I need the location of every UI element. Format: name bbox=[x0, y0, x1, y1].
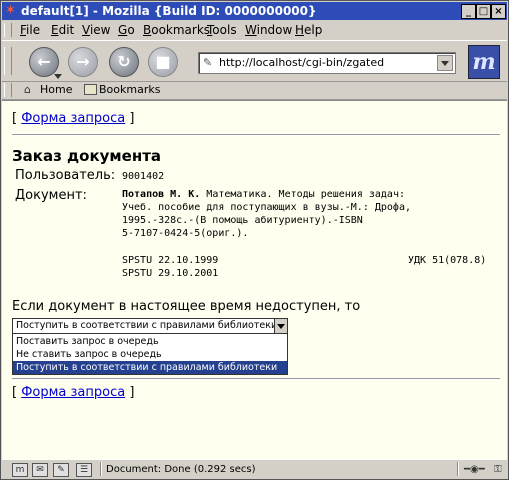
request-form-link-top[interactable]: Форма запроса bbox=[21, 111, 125, 126]
unavailable-text: Если документ в настоящее время недоступ… bbox=[12, 299, 361, 314]
addressbook-icon[interactable]: ☰ bbox=[76, 463, 92, 477]
document-line-2: Учеб. пособие для поступающих в вузы.-М.… bbox=[122, 202, 411, 213]
mozilla-logo[interactable]: m bbox=[468, 45, 500, 79]
url-text[interactable]: http://localhost/cgi-bin/zgated bbox=[219, 56, 384, 70]
home-button[interactable]: Home bbox=[40, 83, 72, 97]
divider-top bbox=[12, 134, 500, 136]
document-line-4: 5-7107-0424-5(ориг.). bbox=[122, 228, 249, 239]
menu-bookmarks[interactable]: Bookmarks bbox=[143, 23, 210, 37]
document-line-3: 1995.-328с.-(В помощь абитуриенту).-ISBN bbox=[122, 215, 363, 226]
top-link-line: [ Форма запроса ] bbox=[12, 111, 135, 126]
mozilla-icon[interactable]: m bbox=[12, 463, 28, 477]
maximize-button[interactable]: □ bbox=[476, 4, 491, 19]
status-separator-right bbox=[457, 462, 459, 476]
bookmarks-folder-icon[interactable] bbox=[84, 84, 97, 95]
select-option-no-queue[interactable]: Не ставить запрос в очередь bbox=[13, 348, 287, 361]
user-value: 9001402 bbox=[122, 171, 165, 182]
online-status-icon[interactable]: ━◉━ bbox=[464, 463, 485, 476]
forward-button[interactable]: → bbox=[68, 47, 98, 77]
unavailable-action-select[interactable]: Поступить в соответствии с правилами биб… bbox=[12, 318, 288, 334]
security-lock-icon[interactable]: ⚿ bbox=[494, 463, 502, 476]
menubar-grip[interactable] bbox=[4, 23, 12, 37]
document-line-1: Потапов М. К. Математика. Методы решения… bbox=[122, 189, 405, 200]
reload-button[interactable]: ↻ bbox=[109, 47, 139, 77]
url-bar[interactable]: ✎ http://localhost/cgi-bin/zgated bbox=[198, 52, 456, 74]
document-author: Потапов М. К. bbox=[122, 189, 201, 200]
bookmarks-button[interactable]: Bookmarks bbox=[99, 83, 160, 97]
page-heading: Заказ документа bbox=[12, 147, 162, 165]
status-bar: m ✉ ✎ ☰ Document: Done (0.292 secs) ━◉━ … bbox=[2, 459, 507, 479]
select-option-queue[interactable]: Поставить запрос в очередь bbox=[13, 335, 287, 348]
select-dropdown-arrow-icon[interactable] bbox=[274, 319, 287, 333]
back-dropdown-icon[interactable] bbox=[54, 74, 62, 79]
mail-icon[interactable]: ✉ bbox=[32, 463, 48, 477]
page-proxy-icon[interactable]: ✎ bbox=[203, 56, 214, 69]
menu-window[interactable]: Window bbox=[245, 23, 292, 37]
url-history-dropdown-icon[interactable] bbox=[437, 55, 453, 71]
stop-icon: ■ bbox=[155, 52, 171, 71]
holding-1: SPSTU 22.10.1999 bbox=[122, 255, 219, 266]
select-current-value: Поступить в соответствии с правилами биб… bbox=[16, 320, 278, 331]
personal-toolbar-grip[interactable] bbox=[4, 83, 12, 97]
back-arrow-icon: ← bbox=[37, 52, 51, 71]
menu-edit[interactable]: Edit bbox=[51, 23, 74, 37]
close-button[interactable]: × bbox=[491, 4, 506, 19]
navigation-toolbar: ← → ↻ ■ ✎ http://localhost/cgi-bin/zgate… bbox=[2, 40, 507, 82]
holding-2: SPSTU 29.10.2001 bbox=[122, 268, 219, 279]
personal-toolbar: ⌂ Home Bookmarks bbox=[2, 81, 507, 100]
composer-icon[interactable]: ✎ bbox=[53, 463, 69, 477]
request-form-link-bottom[interactable]: Форма запроса bbox=[21, 385, 125, 400]
menu-view[interactable]: View bbox=[82, 23, 110, 37]
page-content: [ Форма запроса ] Заказ документа Пользо… bbox=[2, 100, 507, 459]
window-title: default[1] - Mozilla {Build ID: 00000000… bbox=[21, 4, 317, 18]
back-button[interactable]: ← bbox=[29, 47, 62, 79]
status-separator bbox=[100, 462, 102, 476]
forward-arrow-icon: → bbox=[76, 52, 90, 71]
browser-window: ✶ default[1] - Mozilla {Build ID: 000000… bbox=[0, 0, 509, 480]
reload-icon: ↻ bbox=[117, 52, 131, 71]
navbar-grip[interactable] bbox=[4, 47, 12, 75]
mozilla-star-icon: ✶ bbox=[5, 3, 16, 18]
document-label: Документ: bbox=[15, 188, 87, 203]
user-label: Пользователь: bbox=[15, 168, 116, 183]
udk-code: УДК 51(078.8) bbox=[408, 255, 487, 266]
home-icon[interactable]: ⌂ bbox=[24, 83, 31, 97]
menu-file[interactable]: File bbox=[20, 23, 40, 37]
menu-tools[interactable]: Tools bbox=[207, 23, 237, 37]
status-text: Document: Done (0.292 secs) bbox=[106, 464, 256, 475]
minimize-button[interactable]: _ bbox=[461, 4, 476, 19]
title-bar[interactable]: ✶ default[1] - Mozilla {Build ID: 000000… bbox=[2, 2, 507, 20]
divider-bottom bbox=[12, 378, 500, 380]
bottom-link-line: [ Форма запроса ] bbox=[12, 385, 135, 400]
select-option-library-rules[interactable]: Поступить в соответствии с правилами биб… bbox=[13, 361, 287, 374]
stop-button[interactable]: ■ bbox=[148, 47, 178, 77]
menu-bar: File Edit View Go Bookmarks Tools Window… bbox=[2, 20, 507, 40]
menu-go[interactable]: Go bbox=[118, 23, 135, 37]
select-options-list: Поставить запрос в очередь Не ставить за… bbox=[12, 333, 288, 375]
menu-help[interactable]: Help bbox=[295, 23, 322, 37]
